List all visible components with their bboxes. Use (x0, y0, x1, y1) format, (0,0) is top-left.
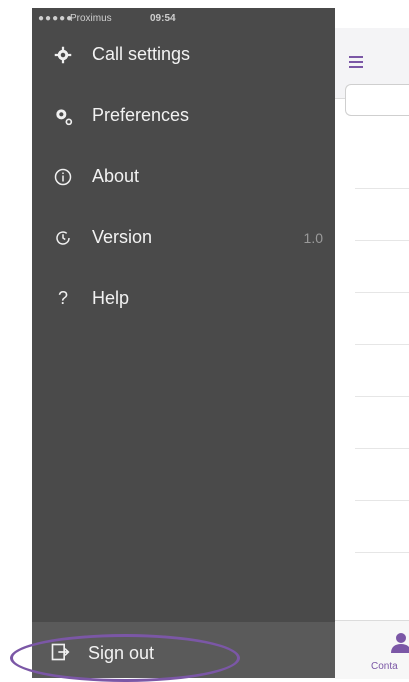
background-app: Conta (335, 8, 409, 679)
preferences-gears-icon (52, 105, 74, 127)
version-value: 1.0 (303, 229, 323, 246)
hamburger-menu-icon[interactable] (349, 56, 363, 68)
menu-item-version[interactable]: Version 1.0 (32, 207, 335, 268)
list-divider (355, 344, 409, 345)
clock-icon (52, 227, 74, 249)
info-icon (52, 166, 74, 188)
list-divider (355, 448, 409, 449)
question-icon: ? (57, 288, 68, 308)
menu-item-call-settings[interactable]: Call settings (32, 24, 335, 85)
list-divider (355, 396, 409, 397)
menu-item-help[interactable]: ? Help (32, 268, 335, 329)
carrier-name: Proximus (70, 13, 112, 24)
app-status-bar (335, 8, 409, 28)
drawer-menu: Call settings Preferences About Version … (32, 44, 335, 329)
navigation-drawer: ●●●●● Proximus 09:54 Call settings Prefe… (32, 8, 335, 678)
tab-bar: Conta (335, 620, 409, 679)
contacts-person-icon[interactable] (391, 631, 409, 655)
menu-item-label: About (92, 166, 140, 186)
signal-dots: ●●●●● (38, 13, 74, 24)
tab-contacts-label[interactable]: Conta (371, 661, 398, 672)
menu-item-label: Version (92, 227, 153, 247)
sign-out-icon (50, 642, 72, 664)
list-divider (355, 552, 409, 553)
menu-item-label: Call settings (92, 44, 191, 64)
list-divider (355, 500, 409, 501)
search-input[interactable] (345, 84, 409, 116)
list-divider (355, 188, 409, 189)
sign-out-label: Sign out (88, 642, 155, 663)
list-divider (355, 292, 409, 293)
menu-item-about[interactable]: About (32, 146, 335, 207)
menu-item-label: Preferences (92, 105, 190, 125)
list-divider (355, 240, 409, 241)
status-time: 09:54 (150, 13, 176, 24)
menu-item-preferences[interactable]: Preferences (32, 85, 335, 146)
gear-icon (52, 44, 74, 66)
sign-out-button[interactable]: Sign out (32, 628, 262, 678)
menu-item-label: Help (92, 288, 130, 308)
